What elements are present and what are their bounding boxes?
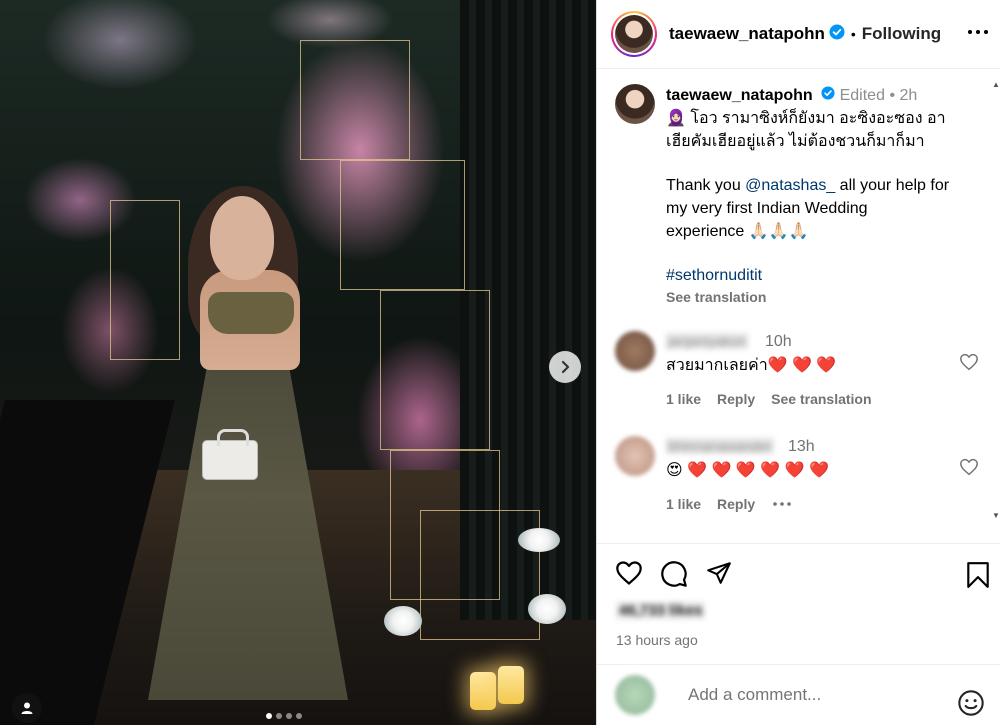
see-translation-button[interactable]: See translation [666,287,986,307]
chevron-right-icon [561,360,570,374]
like-comment-heart-icon[interactable] [959,458,979,481]
like-comment-heart-icon[interactable] [959,353,979,376]
photo-light [384,606,422,636]
scroll-up-arrow-icon[interactable]: ▲ [992,80,1000,89]
emoji-picker-icon[interactable] [957,689,985,722]
header-separator: • [850,26,856,42]
photo-handbag [202,429,258,480]
author-avatar[interactable] [611,11,657,57]
caption-body: taewaew_natapohn Edited • 2h 🧕🏻 โอว รามา… [666,84,986,307]
comment-actions: 1 like Reply See translation [666,391,872,407]
commenter-username[interactable]: bhinnanawander [666,438,774,454]
photo-dress [148,360,348,700]
reply-button[interactable]: Reply [717,496,755,512]
carousel-dot [286,713,292,719]
photo-face [210,196,274,280]
photo-light [518,528,560,552]
comment-item: janjaniyakon 10h สวยมากเลยค่า❤️ ❤️ ❤️ 1 … [615,331,995,411]
see-translation-button[interactable]: See translation [771,391,871,407]
viewer-avatar [615,675,655,715]
photo-frame [340,160,465,290]
photo-light [528,594,566,624]
caption-avatar[interactable] [615,84,655,124]
share-paper-plane-icon[interactable] [705,560,733,593]
commenter-avatar[interactable] [615,331,655,371]
next-photo-button[interactable] [549,351,581,383]
comment-item: bhinnanawander 13h 😍 ❤️ ❤️ ❤️ ❤️ ❤️ ❤️ 1… [615,436,995,516]
caption-text: Thank you [666,177,746,195]
comment-text: สวยมากเลยค่า❤️ ❤️ ❤️ [666,357,837,374]
post-photo[interactable] [0,0,596,725]
caption-time: 2h [899,87,918,104]
scroll-down-arrow-icon[interactable]: ▼ [992,511,1000,520]
caption-edited: Edited [839,87,885,104]
author-username[interactable]: taewaew_natapohn [669,24,825,44]
add-comment-bar [597,664,1000,725]
likes-count[interactable]: 46,733 likes [616,602,706,619]
post-panel: taewaew_natapohn • Following taewaew_nat… [596,0,1000,725]
comment-actions: 1 like Reply [666,496,793,512]
save-bookmark-icon[interactable] [965,561,991,594]
caption-thai-line-2: เฮียคัมเฮียอยู่แล้ว ไม่ต้องชวนก็มาก็มา [666,133,925,151]
post-caption: taewaew_natapohn Edited • 2h 🧕🏻 โอว รามา… [615,84,995,307]
carousel-dot [266,713,272,719]
photo-frame [380,290,490,450]
verified-badge-icon [821,84,835,107]
add-comment-input[interactable] [688,685,938,705]
photo-candle [498,666,524,704]
post-timestamp[interactable]: 13 hours ago [616,632,698,648]
photo-candle [470,672,496,710]
mention-link[interactable]: @natashas_ [745,177,835,194]
reply-button[interactable]: Reply [717,391,755,407]
comment-likes[interactable]: 1 like [666,391,701,407]
following-button[interactable]: Following [862,24,941,44]
caption-text: experience 🙏🏻🙏🏻🙏🏻 [666,223,809,241]
photo-frame [420,510,540,640]
carousel-dot [276,713,282,719]
caption-username[interactable]: taewaew_natapohn [666,87,813,104]
carousel-dot [296,713,302,719]
caption-dot: • [889,87,896,104]
verified-badge-icon [829,24,845,45]
comment-text: 😍 ❤️ ❤️ ❤️ ❤️ ❤️ ❤️ [666,462,829,479]
comments-scrollbar[interactable]: ▲ ▼ [992,80,1000,520]
user-icon [21,702,33,714]
caption-text: my very first Indian Wedding [666,200,868,218]
caption-thai-line-1: 🧕🏻 โอว รามาซิงห์ก็ยังมา อะซิงอะซอง อา [666,110,946,128]
more-options-icon[interactable] [967,22,989,47]
avatar-image [615,15,653,53]
post-actions: 46,733 likes 13 hours ago [597,543,1000,663]
carousel-dots [266,713,302,719]
comment-time: 10h [765,333,792,350]
post-header: taewaew_natapohn • Following [597,0,1000,69]
photo-top [208,292,294,334]
caption-text: all your help for [835,177,950,195]
commenter-username[interactable]: janjaniyakon [666,333,748,349]
tagged-users-button[interactable] [12,693,42,723]
comments-section: taewaew_natapohn Edited • 2h 🧕🏻 โอว รามา… [597,70,1000,542]
photo-frame [110,200,180,360]
commenter-avatar[interactable] [615,436,655,476]
more-options-icon[interactable] [771,496,793,512]
comment-likes[interactable]: 1 like [666,496,701,512]
photo-frame [300,40,410,160]
like-heart-icon[interactable] [615,560,643,593]
comment-bubble-icon[interactable] [660,560,688,593]
hashtag-link[interactable]: #sethornuditit [666,264,986,287]
comment-time: 13h [788,438,815,455]
